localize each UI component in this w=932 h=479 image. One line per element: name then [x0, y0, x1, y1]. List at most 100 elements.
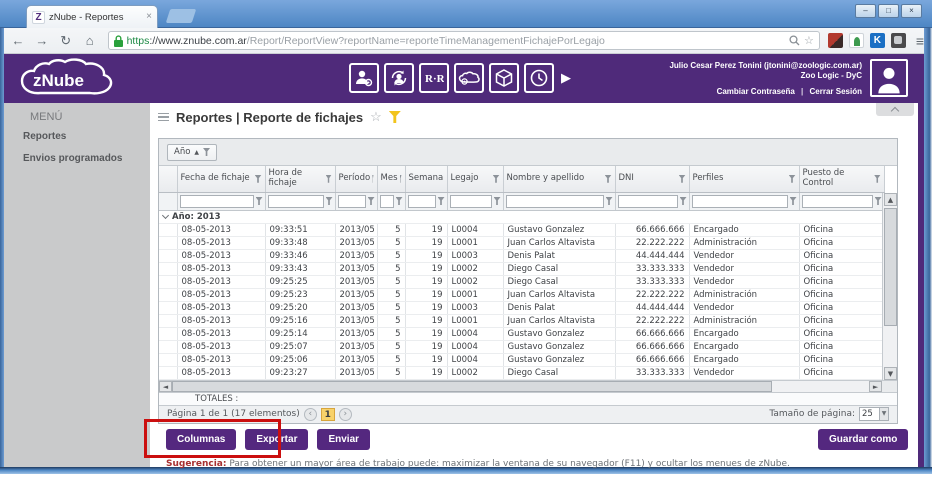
chrome-menu-icon[interactable]: ≡ [916, 33, 924, 49]
user-settings-icon[interactable] [349, 63, 379, 93]
column-header-nombre-y-apellido[interactable]: Nombre y apellido [503, 166, 615, 192]
bookmark-star-icon[interactable]: ☆ [804, 34, 814, 47]
filter-input[interactable] [408, 195, 436, 208]
sidebar-item-reportes[interactable]: Reportes [23, 131, 66, 142]
extension-icon-1[interactable] [828, 33, 843, 48]
filter-input[interactable] [692, 195, 788, 208]
column-header-per-odo[interactable]: Período [335, 166, 377, 192]
filter-menu-icon[interactable] [326, 197, 333, 205]
column-header-perfiles[interactable]: Perfiles [689, 166, 799, 192]
vertical-scroll-thumb[interactable] [884, 208, 897, 326]
column-header-hora-de-fichaje[interactable]: Hora de fichaje [265, 166, 335, 192]
home-icon[interactable]: ⌂ [80, 33, 100, 48]
scroll-right-icon[interactable]: ► [869, 381, 882, 392]
favorite-star-icon[interactable]: ☆ [370, 109, 382, 125]
column-filter-icon[interactable] [874, 175, 880, 183]
filter-input[interactable] [268, 195, 324, 208]
maximize-button[interactable]: □ [878, 4, 899, 18]
column-filter-icon[interactable] [493, 175, 500, 183]
column-filter-icon[interactable] [372, 175, 373, 183]
cube-icon[interactable] [489, 63, 519, 93]
column-filter-icon[interactable] [605, 175, 612, 183]
filter-menu-icon[interactable] [396, 197, 403, 205]
change-password-link[interactable]: Cambiar Contraseña [717, 87, 795, 96]
table-row[interactable]: 08-05-201309:25:162013/05519L0001Juan Ca… [159, 314, 884, 327]
filter-menu-icon[interactable] [368, 197, 375, 205]
next-page-button[interactable]: › [339, 408, 352, 421]
page-size-select[interactable]: 25 ▼ [859, 407, 889, 421]
back-icon[interactable]: ← [8, 33, 28, 48]
group-row[interactable]: Año: 2013 [159, 210, 884, 223]
filter-menu-icon[interactable] [606, 197, 613, 205]
page-number-button[interactable]: 1 [321, 408, 335, 421]
zoom-icon[interactable] [789, 35, 800, 46]
column-filter-icon[interactable] [789, 175, 796, 183]
table-row[interactable]: 08-05-201309:25:072013/05519L0004Gustavo… [159, 340, 884, 353]
filter-menu-icon[interactable] [875, 197, 882, 205]
extension-icon-2[interactable] [849, 33, 864, 48]
filter-input[interactable] [618, 195, 678, 208]
column-filter-icon[interactable] [255, 175, 262, 183]
filter-input[interactable] [802, 195, 873, 208]
extension-icon-k[interactable]: K [870, 33, 885, 48]
znube-logo[interactable]: zNube [16, 58, 116, 105]
rrhh-icon[interactable]: R·R [419, 63, 449, 93]
column-filter-icon[interactable] [326, 175, 332, 183]
horizontal-scroll-thumb[interactable] [172, 381, 772, 392]
tab-close-icon[interactable]: × [146, 12, 152, 22]
chevron-right-icon[interactable]: ▶ [561, 70, 571, 86]
filter-menu-icon[interactable] [790, 197, 797, 205]
column-filter-icon[interactable] [400, 175, 402, 183]
table-row[interactable]: 08-05-201309:33:512013/05519L0004Gustavo… [159, 223, 884, 236]
filter-input[interactable] [338, 195, 366, 208]
sidebar-item-envios-programados[interactable]: Envios programados [23, 153, 122, 164]
column-header-legajo[interactable]: Legajo [447, 166, 503, 192]
filter-menu-icon[interactable] [680, 197, 687, 205]
collapse-header-button[interactable] [876, 103, 914, 116]
scroll-left-icon[interactable]: ◄ [159, 381, 172, 392]
prev-page-button[interactable]: ‹ [304, 408, 317, 421]
enviar-button[interactable]: Enviar [317, 429, 370, 450]
table-row[interactable]: 08-05-201309:25:202013/05519L0003Denis P… [159, 301, 884, 314]
table-row[interactable]: 08-05-201309:25:232013/05519L0001Juan Ca… [159, 288, 884, 301]
column-header-puesto-de-control[interactable]: Puesto de Control [799, 166, 884, 192]
column-filter-icon[interactable] [679, 175, 686, 183]
filter-funnel-icon[interactable] [389, 111, 401, 123]
group-chip-anio[interactable]: Año ▲ [167, 144, 217, 161]
guardar-como-button[interactable]: Guardar como [818, 429, 908, 450]
horizontal-scrollbar[interactable]: ◄ ► [159, 380, 897, 392]
reload-icon[interactable]: ↻ [56, 33, 76, 49]
filter-menu-icon[interactable] [494, 197, 501, 205]
table-row[interactable]: 08-05-201309:33:462013/05519L0003Denis P… [159, 249, 884, 262]
avatar[interactable] [870, 59, 908, 97]
table-row[interactable]: 08-05-201309:25:252013/05519L0002Diego C… [159, 275, 884, 288]
forward-icon[interactable]: → [32, 33, 52, 48]
filter-menu-icon[interactable] [256, 197, 263, 205]
column-header-mes[interactable]: Mes [377, 166, 405, 192]
minimize-button[interactable]: – [855, 4, 876, 18]
scroll-down-icon[interactable]: ▼ [884, 367, 897, 380]
column-header-fecha-de-fichaje[interactable]: Fecha de fichaje [177, 166, 265, 192]
new-tab-button[interactable] [166, 9, 197, 23]
extension-icon-4[interactable] [891, 33, 906, 48]
scroll-up-icon[interactable]: ▲ [884, 193, 897, 206]
browser-tab[interactable]: Z zNube - Reportes × [26, 5, 158, 28]
table-row[interactable]: 08-05-201309:25:062013/05519L0004Gustavo… [159, 353, 884, 366]
filter-input[interactable] [180, 195, 254, 208]
column-header-semana[interactable]: Semana [405, 166, 447, 192]
logout-link[interactable]: Cerrar Sesión [810, 87, 862, 96]
collapse-group-icon[interactable] [162, 211, 169, 218]
column-header-dni[interactable]: DNI [615, 166, 689, 192]
clock-icon[interactable] [524, 63, 554, 93]
user-sync-icon[interactable] [384, 63, 414, 93]
filter-input[interactable] [506, 195, 604, 208]
close-button[interactable]: × [901, 4, 922, 18]
cloud-settings-icon[interactable] [454, 63, 484, 93]
table-row[interactable]: 08-05-201309:33:432013/05519L0002Diego C… [159, 262, 884, 275]
table-row[interactable]: 08-05-201309:33:482013/05519L0001Juan Ca… [159, 236, 884, 249]
menu-toggle-icon[interactable] [158, 113, 169, 122]
url-bar[interactable]: https://www.znube.com.ar/Report/ReportVi… [108, 31, 820, 50]
vertical-scrollbar[interactable]: ▲ ▼ [882, 193, 897, 380]
table-row[interactable]: 08-05-201309:25:142013/05519L0004Gustavo… [159, 327, 884, 340]
column-filter-icon[interactable] [203, 148, 210, 156]
